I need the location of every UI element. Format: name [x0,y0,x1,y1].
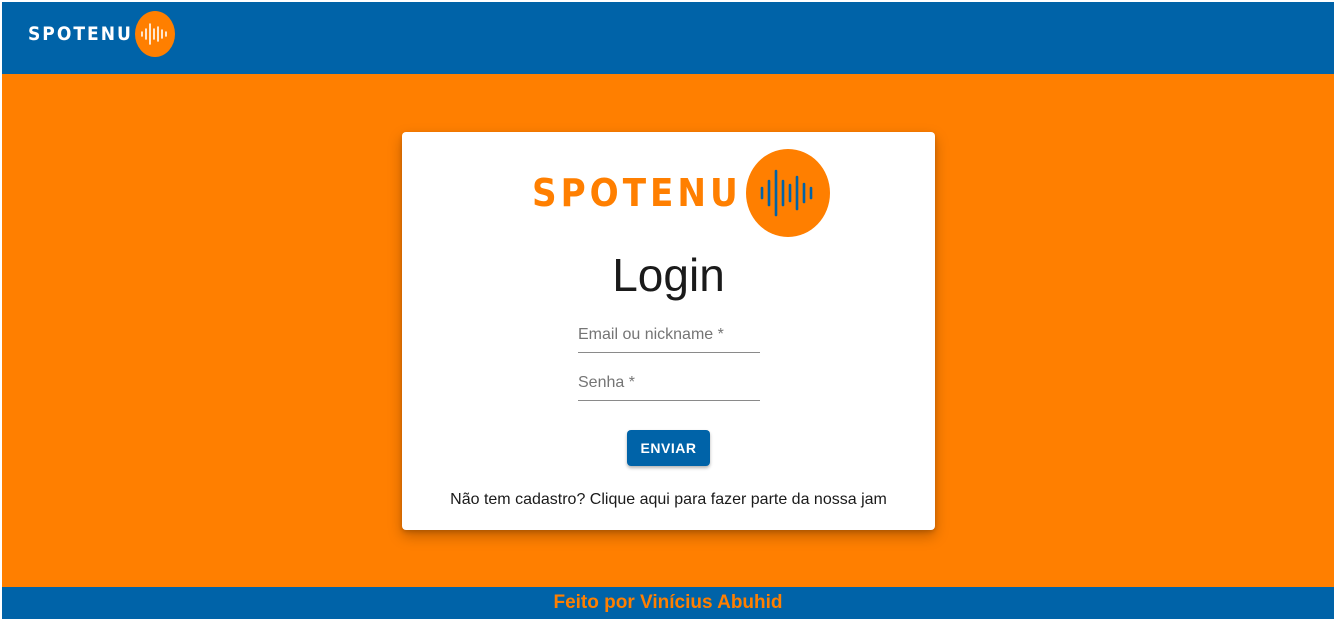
app-frame: SPOTENU SPOTENU Login Email ou nickname … [2,2,1334,619]
password-field [578,368,760,401]
footer-credit: Feito por Vinícius Abuhid [553,592,783,613]
submit-button[interactable]: ENVIAR [627,430,710,466]
email-input[interactable] [578,320,760,350]
header-logo-text: SPOTENU [28,23,133,45]
login-card: SPOTENU Login Email ou nickname * ENVIAR… [402,132,935,530]
card-logo: SPOTENU [532,149,830,237]
header-logo[interactable]: SPOTENU [28,10,175,58]
top-app-bar: SPOTENU [2,2,1334,74]
password-input[interactable] [578,368,760,398]
email-field [578,320,760,353]
footer: Feito por Vinícius Abuhid [2,587,1334,619]
signup-link[interactable]: Não tem cadastro? Clique aqui para fazer… [402,491,935,509]
soundwave-icon [134,11,175,57]
card-logo-text: SPOTENU [532,171,742,215]
soundwave-icon [745,149,830,237]
page-title: Login [612,249,725,301]
main-content: SPOTENU Login Email ou nickname * ENVIAR… [2,74,1334,587]
